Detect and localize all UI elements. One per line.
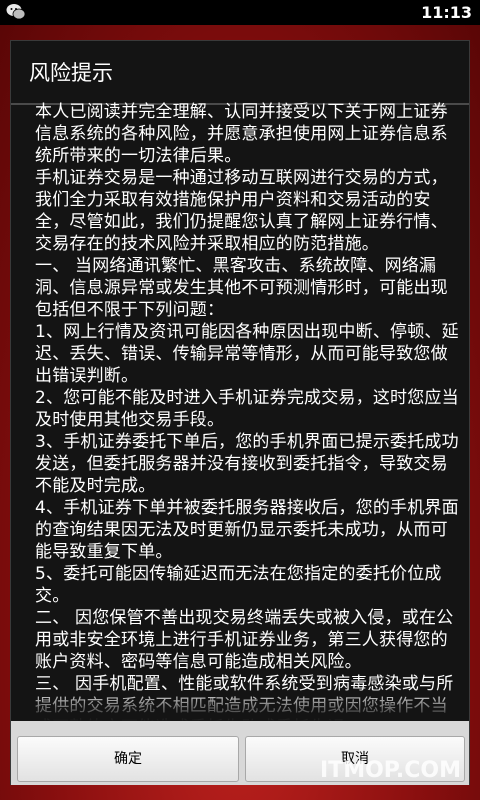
content-fade (35, 687, 459, 721)
risk-paragraph: 2、您可能不能及时进入手机证券完成交易，这时您应当及时使用其他交易手段。 (35, 388, 459, 430)
site-watermark: ITMOP.COM (320, 758, 461, 783)
risk-paragraph: 3、手机证券委托下单后，您的手机界面已提示委托成功发送，但委托服务器并没有接收到… (35, 432, 459, 496)
status-clock: 11:13 (421, 3, 472, 22)
risk-paragraph: 一、 当网络通讯繁忙、黑客攻击、系统故障、网络漏洞、信息源异常或发生其他不可预测… (35, 256, 448, 320)
wechat-icon (6, 4, 26, 20)
confirm-button[interactable]: 确定 (17, 736, 239, 782)
risk-paragraph: 5、委托可能因传输延迟而无法在您指定的委托价位成交。 (35, 564, 442, 606)
risk-paragraph: 本人已阅读并完全理解、认同并接受以下关于网上证券信息系统的各种风险，并愿意承担使… (35, 102, 448, 166)
risk-paragraph: 二、 因您保管不善出现交易终端丢失或被入侵，或在公用或非安全环境上进行手机证券业… (35, 608, 454, 672)
risk-warning-dialog: 风险提示 本人已阅读并完全理解、认同并接受以下关于网上证券信息系统的各种风险，并… (10, 40, 470, 785)
dialog-content-scroll[interactable]: 本人已阅读并完全理解、认同并接受以下关于网上证券信息系统的各种风险，并愿意承担使… (35, 101, 459, 721)
status-bar: 11:13 (0, 0, 480, 25)
risk-paragraph: 4、手机证券下单并被委托服务器接收后，您的手机界面的查询结果因无法及时更新仍显示… (35, 498, 459, 562)
risk-paragraph: 手机证券交易是一种通过移动互联网进行交易的方式，我们全力采取有效措施保护用户资料… (35, 168, 448, 254)
risk-paragraph: 1、网上行情及资讯可能因各种原因出现中断、停顿、延迟、丢失、错误、传输异常等情形… (35, 322, 459, 386)
dialog-title: 风险提示 (29, 61, 113, 85)
